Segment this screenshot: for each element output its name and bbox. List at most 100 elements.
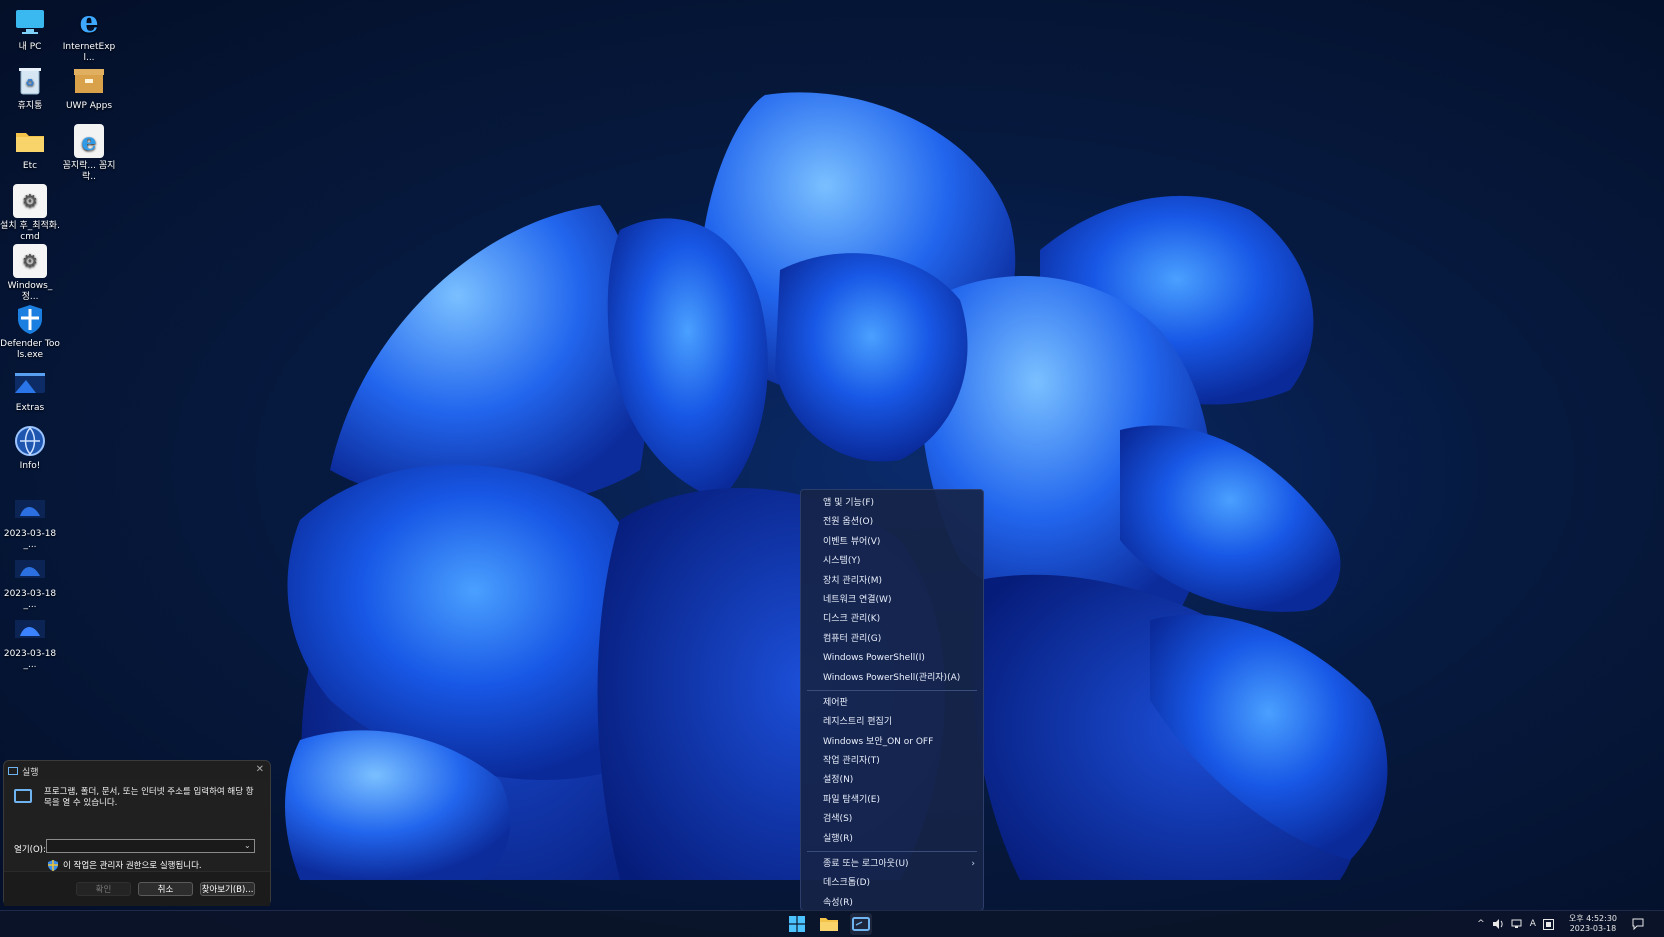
chevron-down-icon[interactable]: ⌄ xyxy=(244,839,251,853)
volume-icon[interactable] xyxy=(1492,919,1504,929)
desktop-icon-extras[interactable]: Extras xyxy=(0,366,60,414)
desktop-icon-defender-tools[interactable]: Defender Tools.exe xyxy=(0,302,60,361)
desktop-icon-label: 설치 후_최적화.cmd xyxy=(0,221,60,242)
run-dialog-title: 실행 xyxy=(22,767,39,778)
ime-mode-icon[interactable] xyxy=(1542,918,1554,930)
desktop-icon-label: Extras xyxy=(15,403,45,413)
menu-item-computer-management[interactable]: 컴퓨터 관리(G) xyxy=(801,630,983,649)
open-command-input[interactable] xyxy=(46,839,255,853)
desktop-icon-screenshot-1[interactable]: 2023-03-18_... xyxy=(0,492,60,551)
desktop-icon-etc[interactable]: Etc xyxy=(0,124,60,172)
open-field-label: 열기(O): xyxy=(14,845,46,855)
input-language-indicator[interactable]: A xyxy=(1530,919,1536,929)
desktop-icon-label: 2023-03-18_... xyxy=(3,649,57,670)
menu-item-label: 종료 또는 로그아웃(U) xyxy=(823,859,909,870)
menu-item-run[interactable]: 실행(R) xyxy=(801,830,983,849)
menu-item-system[interactable]: 시스템(Y) xyxy=(801,552,983,571)
desktop-icon-label: Windows_정... xyxy=(7,281,53,302)
start-button[interactable] xyxy=(786,913,808,935)
taskbar: ^ A 오후 4:52:30 2023-03-18 xyxy=(0,910,1664,937)
run-app-icon xyxy=(14,789,32,803)
archive-box-icon xyxy=(72,64,106,98)
notification-icon[interactable] xyxy=(1632,918,1644,930)
desktop-icon-setup-cmd[interactable]: ⚙ 설치 후_최적화.cmd xyxy=(0,184,60,243)
menu-item-desktop[interactable]: 데스크톱(D) xyxy=(801,874,983,893)
gear-script-icon: ⚙ xyxy=(13,184,47,218)
uac-shield-icon xyxy=(48,859,58,871)
menu-separator xyxy=(807,689,977,691)
globe-icon xyxy=(13,424,47,458)
desktop-icon-label: InternetExpl... xyxy=(62,42,116,63)
clock-date: 2023-03-18 xyxy=(1569,924,1617,933)
menu-item-apps-features[interactable]: 앱 및 기능(F) xyxy=(801,494,983,513)
desktop-icon-label: Defender Tools.exe xyxy=(0,339,60,360)
run-taskbar-button[interactable] xyxy=(850,913,872,935)
menu-item-event-viewer[interactable]: 이벤트 뷰어(V) xyxy=(801,533,983,552)
shield-icon xyxy=(13,302,47,336)
show-hidden-icons-chevron[interactable]: ^ xyxy=(1477,919,1485,929)
desktop-icon-internet-explorer[interactable]: e InternetExpl... xyxy=(59,5,119,64)
clock[interactable]: 오후 4:52:30 2023-03-18 xyxy=(1569,914,1617,934)
desktop-icon-label: 내 PC xyxy=(18,42,42,52)
desktop-icon-label: 휴지통 xyxy=(17,101,43,111)
folder-icon xyxy=(13,124,47,158)
menu-item-windows-security-toggle[interactable]: Windows 보안_ON or OFF xyxy=(801,733,983,752)
desktop-icon-label: 2023-03-18_... xyxy=(3,589,57,610)
desktop-icon-uwp-apps[interactable]: UWP Apps xyxy=(59,64,119,112)
run-dialog-footer: 확인 취소 찾아보기(B)... xyxy=(4,871,270,906)
system-tray: ^ A 오후 4:52:30 2023-03-18 xyxy=(1477,911,1644,937)
monitor-icon xyxy=(13,5,47,39)
internet-explorer-icon: e xyxy=(79,4,99,40)
network-icon[interactable] xyxy=(1511,919,1523,929)
menu-item-shutdown-signout[interactable]: 종료 또는 로그아웃(U) › xyxy=(801,855,983,874)
clock-time: 오후 4:52:30 xyxy=(1568,914,1617,923)
desktop-icon-windows-script[interactable]: ⚙ Windows_정... xyxy=(0,244,60,303)
image-file-icon xyxy=(13,552,47,586)
window-thumbnail-icon xyxy=(13,366,47,400)
image-file-icon xyxy=(13,612,47,646)
menu-item-power-options[interactable]: 전원 옵션(O) xyxy=(801,513,983,532)
desktop-icon-label: 꼼지락... 꼼지락.. xyxy=(62,161,116,182)
run-dialog-body: 프로그램, 폴더, 문서, 또는 인터넷 주소를 입력하여 해당 항목을 열 수… xyxy=(4,779,270,871)
desktop-icon-label: 2023-03-18_... xyxy=(3,529,57,550)
menu-item-file-explorer[interactable]: 파일 탐색기(E) xyxy=(801,791,983,810)
close-icon[interactable]: ✕ xyxy=(256,764,264,775)
menu-separator xyxy=(807,851,977,853)
desktop-icon-ie-shortcut[interactable]: e 꼼지락... 꼼지락.. xyxy=(59,124,119,183)
run-dialog: 실행 ✕ 프로그램, 폴더, 문서, 또는 인터넷 주소를 입력하여 해당 항목… xyxy=(3,760,271,906)
menu-item-disk-management[interactable]: 디스크 관리(K) xyxy=(801,610,983,629)
admin-note: 이 작업은 관리자 권한으로 실행됩니다. xyxy=(48,859,202,871)
menu-item-task-manager[interactable]: 작업 관리자(T) xyxy=(801,752,983,771)
menu-item-device-manager[interactable]: 장치 관리자(M) xyxy=(801,572,983,591)
run-app-small-icon xyxy=(8,767,18,775)
file-explorer-taskbar-button[interactable] xyxy=(818,913,840,935)
run-app-icon xyxy=(852,917,870,931)
desktop-icon-my-pc[interactable]: 내 PC xyxy=(0,5,60,53)
menu-item-search[interactable]: 검색(S) xyxy=(801,810,983,829)
desktop-icon-screenshot-3[interactable]: 2023-03-18_... xyxy=(0,612,60,671)
taskbar-pinned-apps xyxy=(786,913,872,935)
admin-note-text: 이 작업은 관리자 권한으로 실행됩니다. xyxy=(63,861,202,871)
recycle-bin-icon: ♻ xyxy=(13,64,47,98)
desktop-icon-recycle-bin[interactable]: ♻ 휴지통 xyxy=(0,64,60,112)
menu-item-settings[interactable]: 설정(N) xyxy=(801,771,983,790)
menu-item-powershell[interactable]: Windows PowerShell(I) xyxy=(801,649,983,668)
desktop-icon-label: Etc xyxy=(22,161,38,171)
image-file-icon xyxy=(13,492,47,526)
menu-item-network-connections[interactable]: 네트워크 연결(W) xyxy=(801,591,983,610)
run-dialog-titlebar: 실행 xyxy=(8,764,39,778)
menu-item-powershell-admin[interactable]: Windows PowerShell(관리자)(A) xyxy=(801,669,983,688)
desktop-icon-label: Info! xyxy=(19,461,41,471)
ok-button[interactable]: 확인 xyxy=(76,882,131,896)
desktop-icon-screenshot-2[interactable]: 2023-03-18_... xyxy=(0,552,60,611)
menu-item-control-panel[interactable]: 제어판 xyxy=(801,694,983,713)
browse-button[interactable]: 찾아보기(B)... xyxy=(200,882,255,896)
folder-icon xyxy=(820,918,838,931)
run-dialog-description: 프로그램, 폴더, 문서, 또는 인터넷 주소를 입력하여 해당 항목을 열 수… xyxy=(44,787,254,808)
cancel-button[interactable]: 취소 xyxy=(138,882,193,896)
desktop-icon-label: UWP Apps xyxy=(65,101,113,111)
menu-item-registry-editor[interactable]: 레지스트리 편집기 xyxy=(801,713,983,732)
chevron-right-icon: › xyxy=(971,859,975,870)
desktop-icon-info[interactable]: Info! xyxy=(0,424,60,472)
winx-context-menu: 앱 및 기능(F) 전원 옵션(O) 이벤트 뷰어(V) 시스템(Y) 장치 관… xyxy=(800,489,984,911)
